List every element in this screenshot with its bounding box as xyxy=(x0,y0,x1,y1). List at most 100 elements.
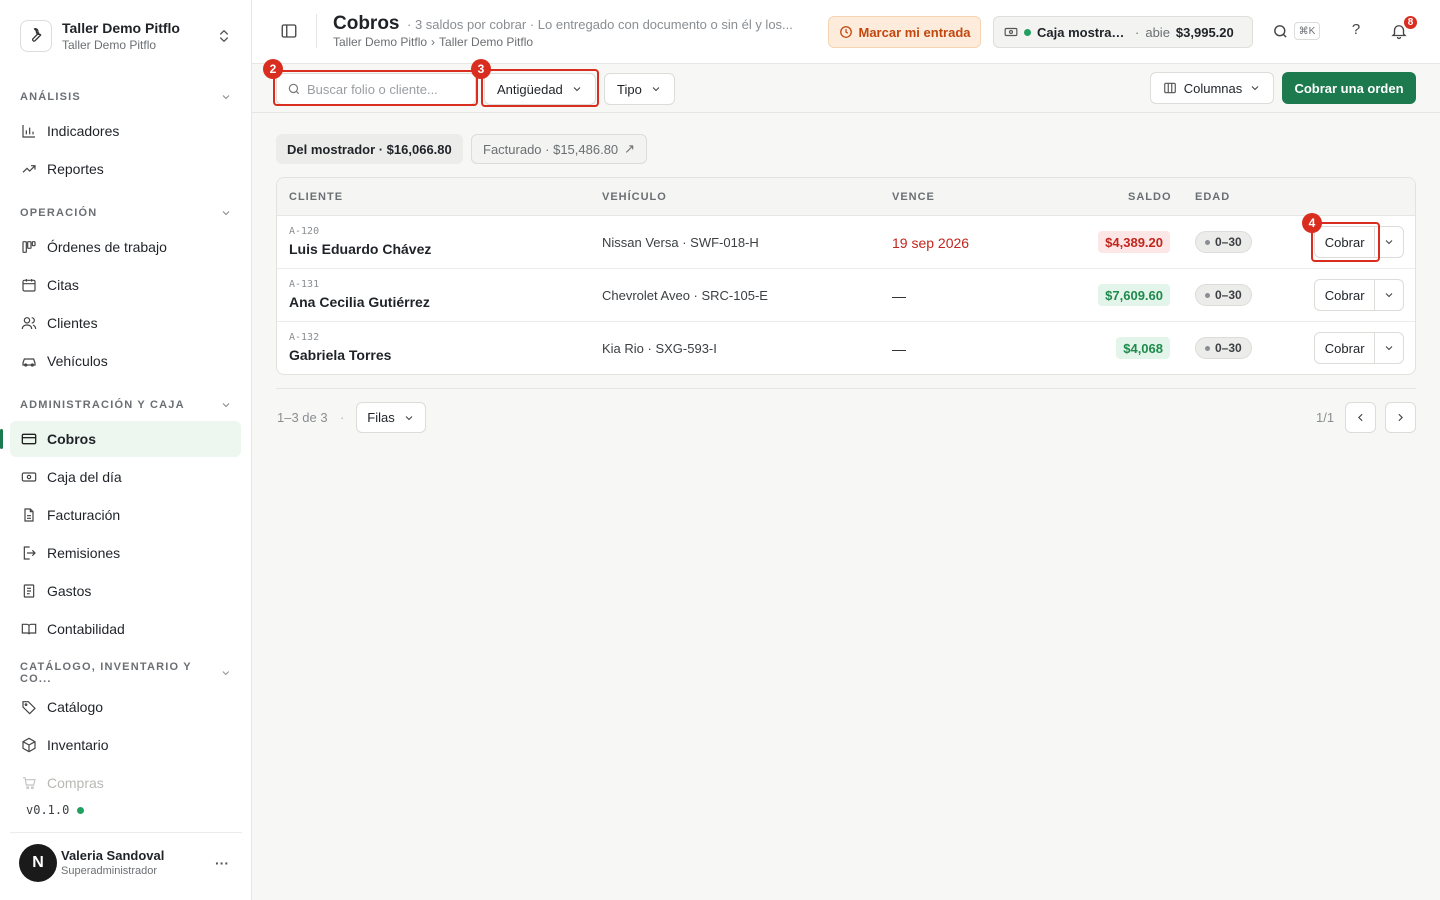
cash-register-name: Caja mostrad... xyxy=(1037,24,1129,40)
row-age-badge: 0–30 xyxy=(1195,337,1252,359)
pagination-separator: · xyxy=(340,410,345,425)
table-row[interactable]: A-131 Ana Cecilia Gutiérrez Chevrolet Av… xyxy=(277,269,1415,322)
sidebar-item-cobros[interactable]: Cobros xyxy=(10,421,241,457)
cash-register-amount: $3,995.20 xyxy=(1175,24,1234,40)
chevron-down-icon xyxy=(222,95,230,100)
sidebar-toggle-icon[interactable] xyxy=(280,22,300,42)
prev-page-button[interactable] xyxy=(1345,402,1376,433)
sidebar-item-catalogo[interactable]: Catálogo xyxy=(10,689,241,725)
rows-per-page-button[interactable]: Filas xyxy=(356,402,426,433)
tab-counter-total[interactable]: Del mostrador · $16,066.80 xyxy=(276,134,463,164)
search-icon xyxy=(288,83,300,95)
document-icon xyxy=(20,507,37,524)
next-page-button[interactable] xyxy=(1385,402,1416,433)
annotation-badge: 3 xyxy=(471,59,491,79)
row-balance: $4,068 xyxy=(1116,337,1170,359)
col-vehicle[interactable]: VEHÍCULO xyxy=(602,191,667,203)
sidebar-item-facturacion[interactable]: Facturación xyxy=(10,497,241,533)
col-age[interactable]: EDAD xyxy=(1195,191,1230,203)
cash-separator: · xyxy=(1135,24,1140,40)
user-menu[interactable]: N Valeria Sandoval Superadministrador ··… xyxy=(10,832,242,892)
external-link-icon: ↗ xyxy=(624,141,636,156)
table-row[interactable]: A-132 Gabriela Torres Kia Rio · SXG-593-… xyxy=(277,322,1415,374)
pagination-divider xyxy=(276,388,1416,389)
sidebar-item-vehiculos[interactable]: Vehículos xyxy=(10,343,241,379)
filter-type-button[interactable]: Tipo xyxy=(604,73,675,105)
chevron-down-icon xyxy=(652,87,660,92)
sidebar-item-remisiones[interactable]: Remisiones xyxy=(10,535,241,571)
cart-icon xyxy=(20,775,37,792)
sidebar-item-reportes[interactable]: Reportes xyxy=(10,151,241,187)
charge-button[interactable]: Cobrar xyxy=(1315,333,1376,363)
user-name: Valeria Sandoval xyxy=(61,848,165,863)
search-input[interactable] xyxy=(307,81,467,97)
annotation-badge: 2 xyxy=(263,59,283,79)
columns-icon xyxy=(1163,82,1176,94)
charge-button[interactable]: Cobrar xyxy=(1315,280,1376,310)
credit-card-icon xyxy=(20,431,37,448)
pagination-count: 1–3 de 3 xyxy=(277,410,328,425)
breadcrumb-item[interactable]: Taller Demo Pitflo xyxy=(333,35,427,49)
help-icon[interactable]: ? xyxy=(1346,21,1366,41)
org-name: Taller Demo Pitflo xyxy=(62,20,180,36)
export-document-icon xyxy=(20,545,37,562)
toolbar: Antigüedad Tipo Columnas Cobrar una orde… xyxy=(252,64,1440,113)
sidebar-item-gastos[interactable]: Gastos xyxy=(10,573,241,609)
chevron-down-icon[interactable] xyxy=(1375,333,1403,363)
status-dot xyxy=(77,806,85,814)
section-analisis[interactable]: ANÁLISIS xyxy=(20,89,232,105)
col-balance[interactable]: SALDO xyxy=(1128,191,1172,203)
cash-icon xyxy=(1004,27,1018,37)
row-due: 19 sep 2026 xyxy=(892,235,970,251)
sidebar-item-caja[interactable]: Caja del día xyxy=(10,459,241,495)
filter-age-button[interactable]: Antigüedad xyxy=(484,73,596,105)
clock-in-button[interactable]: Marcar mi entrada xyxy=(828,16,981,48)
notification-badge: 8 xyxy=(1402,14,1419,31)
header-divider xyxy=(316,14,317,48)
section-catalogo[interactable]: CATÁLOGO, INVENTARIO Y CO... xyxy=(20,661,232,685)
sidebar-item-inventario[interactable]: Inventario xyxy=(10,727,241,763)
breadcrumb: Taller Demo Pitflo › Taller Demo Pitflo xyxy=(333,35,533,49)
sidebar-item-clientes[interactable]: Clientes xyxy=(10,305,241,341)
sidebar-item-compras[interactable]: Compras xyxy=(10,765,241,801)
sidebar-item-ordenes[interactable]: Órdenes de trabajo xyxy=(10,229,241,265)
chevron-down-icon xyxy=(1251,86,1259,91)
chevron-down-icon xyxy=(405,415,413,420)
cash-register-pill[interactable]: Caja mostrad... · abie $3,995.20 xyxy=(993,16,1253,48)
more-icon[interactable]: ··· xyxy=(212,855,232,871)
age-dot xyxy=(1205,292,1210,298)
search-icon[interactable] xyxy=(1272,23,1290,41)
work-orders-icon xyxy=(20,239,37,256)
app-version: v0.1.0 xyxy=(26,803,85,817)
row-charge-split: Cobrar xyxy=(1314,226,1404,258)
charge-order-button[interactable]: Cobrar una orden xyxy=(1282,72,1416,104)
age-dot xyxy=(1205,345,1210,351)
open-status-dot xyxy=(1024,28,1031,36)
org-switcher[interactable]: Taller Demo Pitflo Taller Demo Pitflo xyxy=(10,10,242,62)
row-folio: A-120 xyxy=(289,226,320,237)
wrench-icon xyxy=(20,20,52,52)
receivables-table: CLIENTE VEHÍCULO VENCE SALDO EDAD A-120 … xyxy=(276,177,1416,375)
chevron-down-icon[interactable] xyxy=(1375,280,1403,310)
col-client[interactable]: CLIENTE xyxy=(289,191,343,203)
tab-invoiced-total[interactable]: Facturado · $15,486.80 ↗ xyxy=(471,134,648,164)
sidebar-item-contabilidad[interactable]: Contabilidad xyxy=(10,611,241,647)
tag-icon xyxy=(20,699,37,716)
row-client[interactable]: Ana Cecilia Gutiérrez xyxy=(289,294,430,310)
section-operacion[interactable]: OPERACIÓN xyxy=(20,205,232,221)
sidebar-item-citas[interactable]: Citas xyxy=(10,267,241,303)
col-due[interactable]: VENCE xyxy=(892,191,935,203)
avatar: N xyxy=(19,843,57,882)
row-folio: A-132 xyxy=(289,332,320,343)
search-field[interactable] xyxy=(276,73,476,105)
row-client[interactable]: Gabriela Torres xyxy=(289,347,391,363)
row-balance: $4,389.20 xyxy=(1098,231,1170,253)
chevron-down-icon[interactable] xyxy=(1375,227,1403,257)
row-client[interactable]: Luis Eduardo Chávez xyxy=(289,241,431,257)
sidebar-item-indicadores[interactable]: Indicadores xyxy=(10,113,241,149)
columns-button[interactable]: Columnas xyxy=(1150,72,1274,104)
annotation-badge: 4 xyxy=(1302,213,1322,233)
charge-button[interactable]: Cobrar xyxy=(1315,227,1376,257)
table-row[interactable]: A-120 Luis Eduardo Chávez Nissan Versa ·… xyxy=(277,216,1415,269)
section-administracion[interactable]: ADMINISTRACIÓN Y CAJA xyxy=(20,397,232,413)
